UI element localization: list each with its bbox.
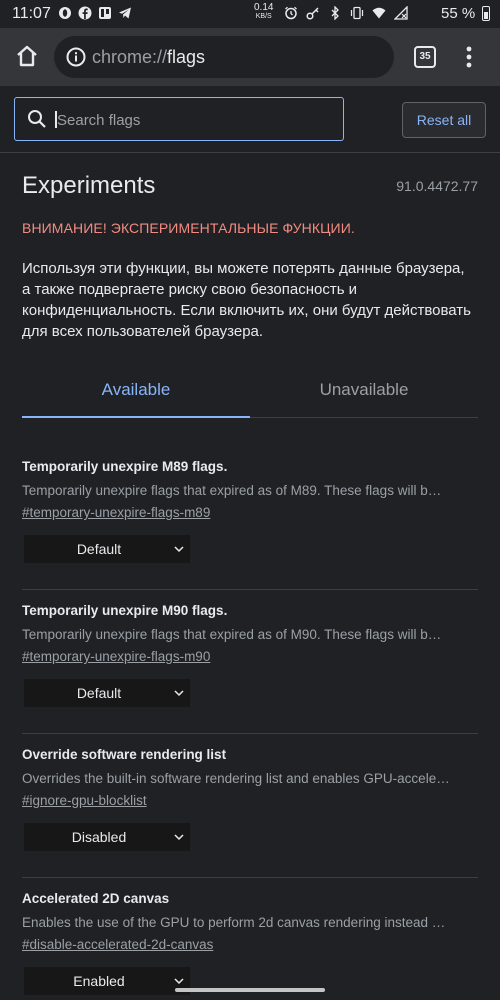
- status-bar: 11:07 0.14 KB/S 55 %: [0, 0, 500, 28]
- chevron-down-icon: [174, 834, 184, 841]
- battery-icon: [482, 6, 490, 21]
- bluetooth-icon: [331, 6, 339, 20]
- flag-state-value: Default: [76, 541, 122, 557]
- flags-search-header: Reset all: [0, 86, 500, 153]
- no-sim-icon: [394, 6, 408, 20]
- url-text[interactable]: chrome://flags: [92, 47, 205, 68]
- vibrate-icon: [350, 6, 364, 20]
- battery-percent: 55 %: [441, 5, 476, 22]
- url-host: flags: [167, 47, 206, 67]
- status-time: 11:07: [12, 5, 51, 22]
- flag-name: Accelerated 2D canvas: [22, 891, 170, 906]
- flag-state-dropdown[interactable]: Enabled: [24, 967, 190, 995]
- page-title: Experiments: [22, 172, 156, 199]
- net-speed-unit: KB/S: [255, 13, 272, 20]
- flag-description: Overrides the built-in software renderin…: [22, 771, 450, 786]
- flag-name: Temporarily unexpire M89 flags.: [22, 459, 228, 474]
- flag-state-dropdown[interactable]: Default: [24, 679, 190, 707]
- flag-anchor-link[interactable]: #ignore-gpu-blocklist: [22, 793, 147, 808]
- divider: [22, 733, 478, 734]
- info-icon[interactable]: [66, 47, 86, 67]
- active-tab-indicator: [22, 416, 250, 418]
- url-scheme: chrome://: [92, 47, 168, 67]
- tab-available[interactable]: Available: [22, 380, 250, 400]
- reset-all-button[interactable]: Reset all: [402, 102, 486, 138]
- more-menu-icon[interactable]: [460, 44, 478, 70]
- telegram-icon: [119, 7, 131, 19]
- warning-text: ВНИМАНИЕ! ЭКСПЕРИМЕНТАЛЬНЫЕ ФУНКЦИИ.: [22, 220, 355, 236]
- browser-toolbar: chrome://flags 35: [0, 28, 500, 86]
- flag-state-dropdown[interactable]: Disabled: [24, 823, 190, 851]
- flag-name: Override software rendering list: [22, 747, 227, 762]
- version-label: 91.0.4472.77: [396, 178, 478, 194]
- flag-description: Temporarily unexpire flags that expired …: [22, 627, 442, 642]
- opera-icon: [59, 7, 71, 19]
- address-bar[interactable]: chrome://flags: [54, 36, 394, 78]
- flag-state-value: Disabled: [71, 829, 127, 845]
- flag-state-dropdown[interactable]: Default: [24, 535, 190, 563]
- flag-state-value: Default: [76, 685, 122, 701]
- description-text: Используя эти функции, вы можете потерят…: [22, 260, 471, 340]
- flag-state-value: Enabled: [73, 973, 125, 989]
- wifi-icon: [372, 7, 386, 19]
- divider: [22, 877, 478, 878]
- facebook-icon: [78, 6, 92, 20]
- search-icon: [28, 110, 46, 128]
- flag-name: Temporarily unexpire M90 flags.: [22, 603, 228, 618]
- tab-bar: Available Unavailable: [22, 366, 478, 418]
- tab-unavailable[interactable]: Unavailable: [250, 380, 478, 400]
- photo-icon: [99, 7, 111, 19]
- flag-description: Temporarily unexpire flags that expired …: [22, 483, 442, 498]
- divider: [22, 589, 478, 590]
- flag-anchor-link[interactable]: #temporary-unexpire-flags-m89: [22, 505, 210, 520]
- search-box[interactable]: [14, 97, 344, 141]
- search-input[interactable]: [55, 107, 329, 133]
- key-icon: [306, 7, 319, 20]
- tab-switcher-button[interactable]: 35: [414, 46, 436, 68]
- chevron-down-icon: [174, 690, 184, 697]
- chevron-down-icon: [174, 546, 184, 553]
- flag-description: Enables the use of the GPU to perform 2d…: [22, 915, 446, 930]
- chevron-down-icon: [174, 978, 184, 985]
- flag-anchor-link[interactable]: #disable-accelerated-2d-canvas: [22, 937, 213, 952]
- net-speed-value: 0.14: [254, 2, 274, 13]
- gesture-nav-handle[interactable]: [175, 988, 325, 992]
- home-icon[interactable]: [14, 43, 40, 69]
- flag-anchor-link[interactable]: #temporary-unexpire-flags-m90: [22, 649, 210, 664]
- alarm-icon: [285, 6, 297, 20]
- text-cursor: [55, 111, 57, 128]
